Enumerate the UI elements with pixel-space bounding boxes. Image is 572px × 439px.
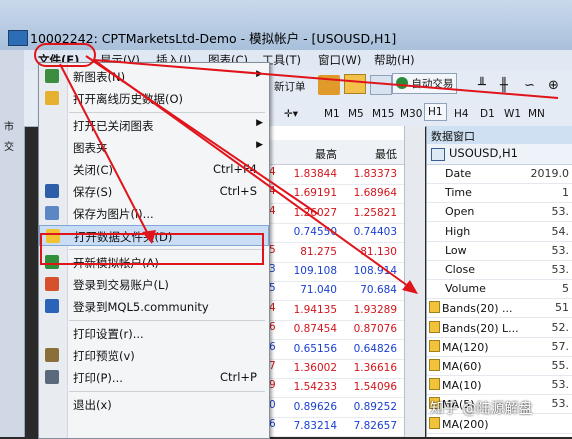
annotation-arrowhead	[402, 280, 418, 294]
annotation-arrowhead-2	[142, 230, 156, 244]
watermark: 知乎 @陆源解盘	[430, 401, 533, 417]
annotation-arrow-line-3	[93, 59, 559, 99]
annotation-arrow-line-2	[93, 59, 409, 287]
annotation-arrows	[59, 55, 559, 294]
